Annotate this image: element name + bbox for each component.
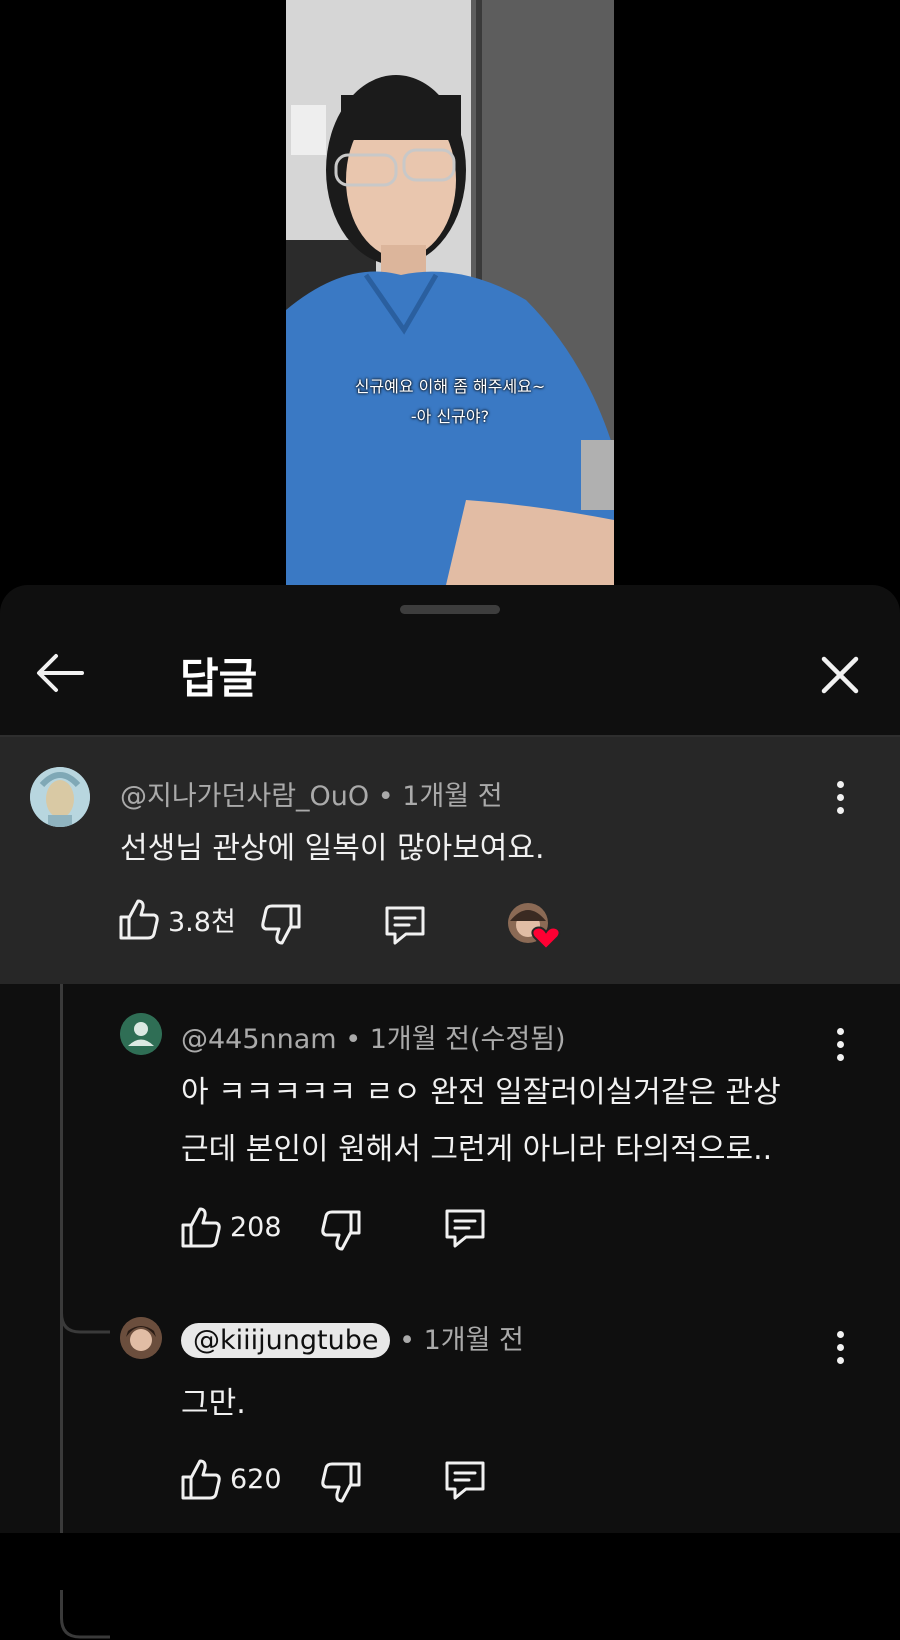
creator-reply-meta: @kiiijungtube • 1개월 전 — [181, 1318, 524, 1358]
like-count: 3.8천 — [168, 906, 236, 938]
creator-avatar[interactable] — [120, 1317, 162, 1359]
close-button[interactable] — [816, 651, 864, 699]
reply-text-line-2: 근데 본인이 원해서 그런게 아니라 타의적으로.. — [181, 1132, 773, 1167]
like-button[interactable]: 208 — [180, 1205, 282, 1249]
reply-more-button[interactable] — [828, 1028, 852, 1068]
reply-time: 1개월 전 — [423, 1325, 524, 1356]
meta-separator: • — [377, 781, 403, 812]
thread-connector — [60, 1590, 110, 1639]
thumbs-down-icon — [321, 1462, 361, 1503]
video-subtitle-line-2: -아 신규야? — [410, 407, 490, 426]
creator-avatar-heart-icon — [508, 903, 561, 951]
reply-icon — [445, 1461, 485, 1500]
comment-author[interactable]: @지나가던사람_OuO — [120, 781, 369, 812]
comment-time: 1개월 전 — [402, 781, 503, 812]
video-still — [286, 0, 614, 585]
reply-author[interactable]: @445nnam — [181, 1024, 337, 1055]
thumbs-up-icon — [181, 1207, 221, 1248]
arrow-left-icon — [37, 654, 84, 692]
reply-button[interactable] — [382, 903, 428, 947]
avatar-image — [30, 767, 90, 827]
comment-more-button[interactable] — [828, 781, 852, 821]
video-frame: 신규예요 이해 좀 해주세요~ -아 신규야? — [286, 0, 614, 585]
close-icon — [821, 656, 859, 694]
like-count: 208 — [230, 1211, 282, 1243]
creator-avatar-image — [120, 1317, 162, 1359]
reply-button[interactable] — [442, 1458, 488, 1502]
replies-sheet: 답글 @지나가던사람_OuO • 1개월 전 선생님 관상에 일복이 많아보여요… — [0, 585, 900, 1639]
creator-reply-text: 그만. — [181, 1386, 246, 1421]
default-user-icon — [120, 1013, 162, 1055]
sheet-title: 답글 — [180, 654, 258, 703]
like-button[interactable]: 620 — [180, 1457, 282, 1501]
meta-separator: • — [399, 1325, 424, 1356]
reply-avatar[interactable] — [120, 1013, 162, 1055]
reply-text-line-1: 아 ㅋㅋㅋㅋㅋ ㄹㅇ 완전 일잘러이실거같은 관상 — [181, 1075, 781, 1110]
commenter-avatar[interactable] — [30, 767, 90, 827]
thumbs-down-icon — [261, 904, 301, 945]
thread-connector — [60, 1285, 110, 1334]
like-button[interactable]: 3.8천 — [118, 897, 236, 941]
reply-button[interactable] — [442, 1206, 488, 1250]
comment-meta: @지나가던사람_OuO • 1개월 전 — [120, 774, 503, 813]
comment-text: 선생님 관상에 일복이 많아보여요. — [120, 831, 545, 866]
video-player[interactable]: 신규예요 이해 좀 해주세요~ -아 신규야? — [0, 0, 900, 585]
reply-time: 1개월 전(수정됨) — [369, 1024, 566, 1055]
video-subtitle-line-1: 신규예요 이해 좀 해주세요~ — [354, 377, 546, 396]
meta-separator: • — [345, 1024, 370, 1055]
reply-icon — [445, 1209, 485, 1248]
creator-author-badge[interactable]: @kiiijungtube — [181, 1323, 391, 1358]
thumbs-up-icon — [181, 1459, 221, 1500]
thumbs-up-icon — [119, 899, 159, 940]
back-button[interactable] — [34, 651, 86, 695]
parent-comment: @지나가던사람_OuO • 1개월 전 선생님 관상에 일복이 많아보여요. 3… — [0, 737, 900, 984]
thumbs-down-icon — [321, 1210, 361, 1251]
dislike-button[interactable] — [320, 1209, 362, 1253]
dislike-button[interactable] — [320, 1461, 362, 1505]
reply-icon — [385, 906, 425, 945]
dislike-button[interactable] — [260, 903, 302, 947]
like-count: 620 — [230, 1463, 282, 1495]
reply-meta: @445nnam • 1개월 전(수정됨) — [181, 1017, 566, 1056]
drag-handle[interactable] — [400, 605, 500, 614]
reply-more-button[interactable] — [828, 1331, 852, 1371]
creator-heart — [506, 901, 564, 953]
